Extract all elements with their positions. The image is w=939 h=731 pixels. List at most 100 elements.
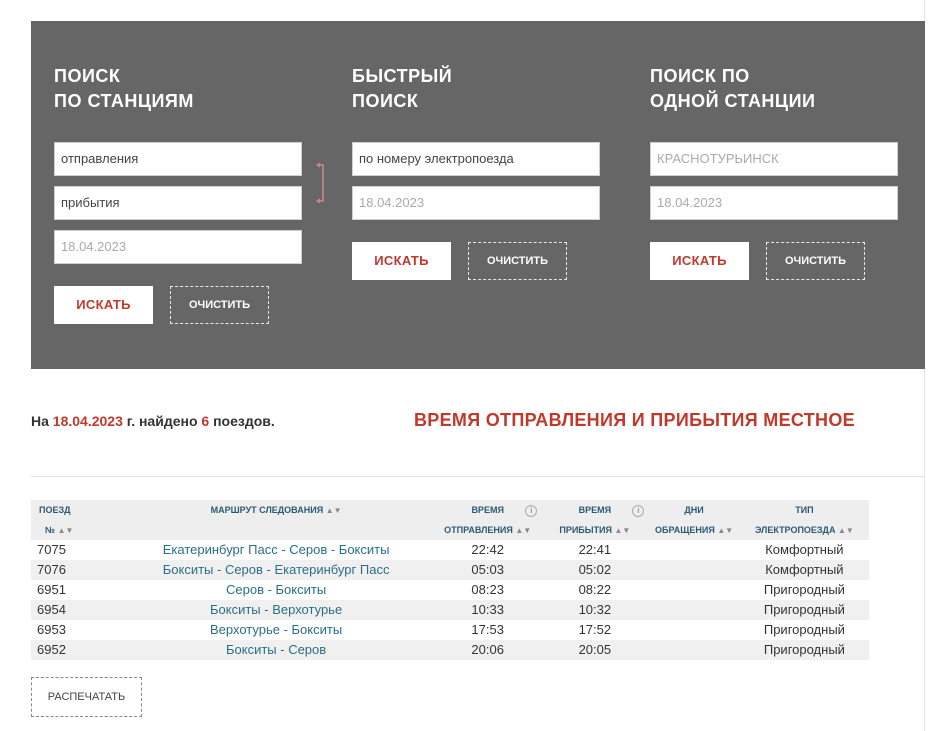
title-line1: ПОИСК ПО bbox=[650, 66, 750, 86]
clear-button[interactable]: ОЧИСТИТЬ bbox=[766, 242, 865, 280]
date-field[interactable]: 18.04.2023 bbox=[650, 186, 898, 220]
divider bbox=[31, 476, 924, 477]
sort-arrows-icon: ▲▼ bbox=[57, 526, 74, 535]
arrival-time: 20:05 bbox=[541, 640, 649, 660]
table-row: 6951 Серов - Бокситы 08:23 08:22 Пригоро… bbox=[31, 580, 869, 600]
col-departure-header[interactable]: ВРЕМЯ i bbox=[434, 500, 542, 520]
train-type: Пригородный bbox=[763, 622, 845, 637]
route-link[interactable]: Екатеринбург Пасс - Серов - Бокситы bbox=[118, 540, 434, 560]
date-field[interactable]: 18.04.2023 bbox=[352, 186, 600, 220]
result-suffix: поездов. bbox=[213, 413, 275, 429]
table-row: 7075 Екатеринбург Пасс - Серов - Бокситы… bbox=[31, 540, 869, 560]
departure-time: 20:06 bbox=[434, 640, 542, 660]
table-row: 6952 Бокситы - Серов 20:06 20:05 Пригоро… bbox=[31, 640, 869, 660]
col-arrival-header[interactable]: ВРЕМЯ i bbox=[541, 500, 649, 520]
train-number: 6951 bbox=[37, 582, 66, 597]
train-type: Комфортный bbox=[765, 542, 844, 557]
col-departure-header-2[interactable]: ОТПРАВЛЕНИЯ ▲▼ bbox=[434, 520, 542, 540]
table-row: 6953 Верхотурье - Бокситы 17:53 17:52 Пр… bbox=[31, 620, 869, 640]
arrival-time: 22:41 bbox=[578, 542, 612, 557]
col-type-header-2[interactable]: ЭЛЕКТРОПОЕЗДА ▲▼ bbox=[739, 520, 869, 540]
result-summary: На 18.04.2023 г. найдено 6 поездов. bbox=[31, 413, 275, 429]
col-route-header[interactable]: МАРШРУТ СЛЕДОВАНИЯ ▲▼ bbox=[118, 500, 435, 520]
info-icon[interactable]: i bbox=[525, 505, 538, 517]
sort-arrows-icon: ▲▼ bbox=[837, 526, 854, 535]
train-number: 6952 bbox=[31, 640, 119, 660]
search-button[interactable]: ИСКАТЬ bbox=[352, 242, 451, 280]
route-link[interactable]: Верхотурье - Бокситы bbox=[118, 620, 434, 640]
header-text: ПОЕЗД bbox=[39, 505, 71, 515]
header-text: ДНИ bbox=[684, 505, 704, 515]
table-row: 7076 Бокситы - Серов - Екатеринбург Пасс… bbox=[31, 560, 869, 580]
sort-arrows-icon: ▲▼ bbox=[325, 506, 342, 515]
train-type: Комфортный bbox=[739, 560, 869, 580]
col-days-header-2[interactable]: ОБРАЩЕНИЯ ▲▼ bbox=[648, 520, 740, 540]
col-type-header[interactable]: ТИП bbox=[739, 500, 869, 520]
search-button[interactable]: ИСКАТЬ bbox=[650, 242, 749, 280]
header-text: ЭЛЕКТРОПОЕЗДА bbox=[754, 525, 836, 535]
table-row: 6954 Бокситы - Верхотурье 10:33 10:32 Пр… bbox=[31, 600, 869, 620]
header-text: ОТПРАВЛЕНИЯ bbox=[444, 525, 513, 535]
col-train-header-2[interactable]: № ▲▼ bbox=[31, 520, 119, 540]
days-of-operation bbox=[648, 640, 740, 660]
title-line2: ПО СТАНЦИЯМ bbox=[54, 91, 194, 111]
days-of-operation bbox=[648, 600, 740, 620]
header-text: ПРИБЫТИЯ bbox=[559, 525, 612, 535]
departure-time: 10:33 bbox=[434, 600, 542, 620]
result-date: 18.04.2023 bbox=[52, 413, 123, 429]
days-of-operation bbox=[648, 560, 740, 580]
route-link[interactable]: Бокситы - Серов - Екатеринбург Пасс bbox=[118, 560, 435, 580]
train-type: Пригородный bbox=[739, 640, 869, 660]
train-number: 6954 bbox=[31, 600, 119, 620]
days-of-operation bbox=[648, 540, 739, 560]
title-line1: ПОИСК bbox=[54, 66, 121, 86]
station-field[interactable]: КРАСНОТУРЬИНСК bbox=[650, 142, 898, 176]
arrival-time: 05:02 bbox=[541, 560, 649, 580]
search-button[interactable]: ИСКАТЬ bbox=[54, 286, 153, 324]
result-prefix: На bbox=[31, 413, 49, 429]
sort-arrows-icon: ▲▼ bbox=[717, 526, 734, 535]
title-line2: ПОИСК bbox=[352, 91, 419, 111]
result-count: 6 bbox=[201, 413, 210, 429]
swap-arrows-icon[interactable] bbox=[316, 163, 326, 203]
schedule-table: ПОЕЗД МАРШРУТ СЛЕДОВАНИЯ ▲▼ ВРЕМЯ i ВРЕМ… bbox=[31, 500, 869, 660]
col-route-header-2 bbox=[118, 520, 435, 540]
train-type: Пригородный bbox=[763, 582, 845, 597]
departure-field[interactable]: отправления bbox=[54, 142, 302, 176]
title-line2: ОДНОЙ СТАНЦИИ bbox=[650, 91, 816, 111]
train-number-field[interactable]: по номеру электропоезда bbox=[352, 142, 600, 176]
train-number: 6953 bbox=[37, 622, 66, 637]
route-link[interactable]: Серов - Бокситы bbox=[118, 580, 434, 600]
departure-time: 17:53 bbox=[471, 622, 504, 637]
arrival-time: 10:32 bbox=[541, 600, 649, 620]
header-text: № bbox=[45, 525, 56, 535]
clear-button[interactable]: ОЧИСТИТЬ bbox=[170, 286, 269, 324]
quick-search-title: БЫСТРЫЙ ПОИСК bbox=[352, 64, 632, 114]
header-text: ОБРАЩЕНИЯ bbox=[655, 525, 715, 535]
arrival-field[interactable]: прибытия bbox=[54, 186, 302, 220]
train-number: 7076 bbox=[31, 560, 119, 580]
col-arrival-header-2[interactable]: ПРИБЫТИЯ ▲▼ bbox=[541, 520, 649, 540]
days-of-operation bbox=[648, 580, 739, 600]
header-text: ТИП bbox=[795, 505, 814, 515]
print-button[interactable]: РАСПЕЧАТАТЬ bbox=[31, 677, 142, 717]
sort-arrows-icon: ▲▼ bbox=[614, 526, 631, 535]
col-days-header[interactable]: ДНИ bbox=[648, 500, 740, 520]
local-time-notice: ВРЕМЯ ОТПРАВЛЕНИЯ И ПРИБЫТИЯ МЕСТНОЕ bbox=[414, 410, 855, 430]
col-train-header[interactable]: ПОЕЗД bbox=[31, 500, 119, 520]
departure-time: 22:42 bbox=[471, 542, 504, 557]
train-number: 7075 bbox=[37, 542, 66, 557]
arrival-time: 08:22 bbox=[578, 582, 612, 597]
train-type: Пригородный bbox=[739, 600, 869, 620]
info-icon[interactable]: i bbox=[632, 505, 645, 517]
clear-button[interactable]: ОЧИСТИТЬ bbox=[468, 242, 567, 280]
header-text: ВРЕМЯ bbox=[471, 505, 504, 515]
single-station-title: ПОИСК ПО ОДНОЙ СТАНЦИИ bbox=[650, 64, 930, 114]
departure-time: 08:23 bbox=[471, 582, 504, 597]
departure-time: 05:03 bbox=[434, 560, 542, 580]
days-of-operation bbox=[648, 620, 739, 640]
date-field[interactable]: 18.04.2023 bbox=[54, 230, 302, 264]
route-link[interactable]: Бокситы - Серов bbox=[118, 640, 435, 660]
sort-arrows-icon: ▲▼ bbox=[515, 526, 532, 535]
route-link[interactable]: Бокситы - Верхотурье bbox=[118, 600, 435, 620]
